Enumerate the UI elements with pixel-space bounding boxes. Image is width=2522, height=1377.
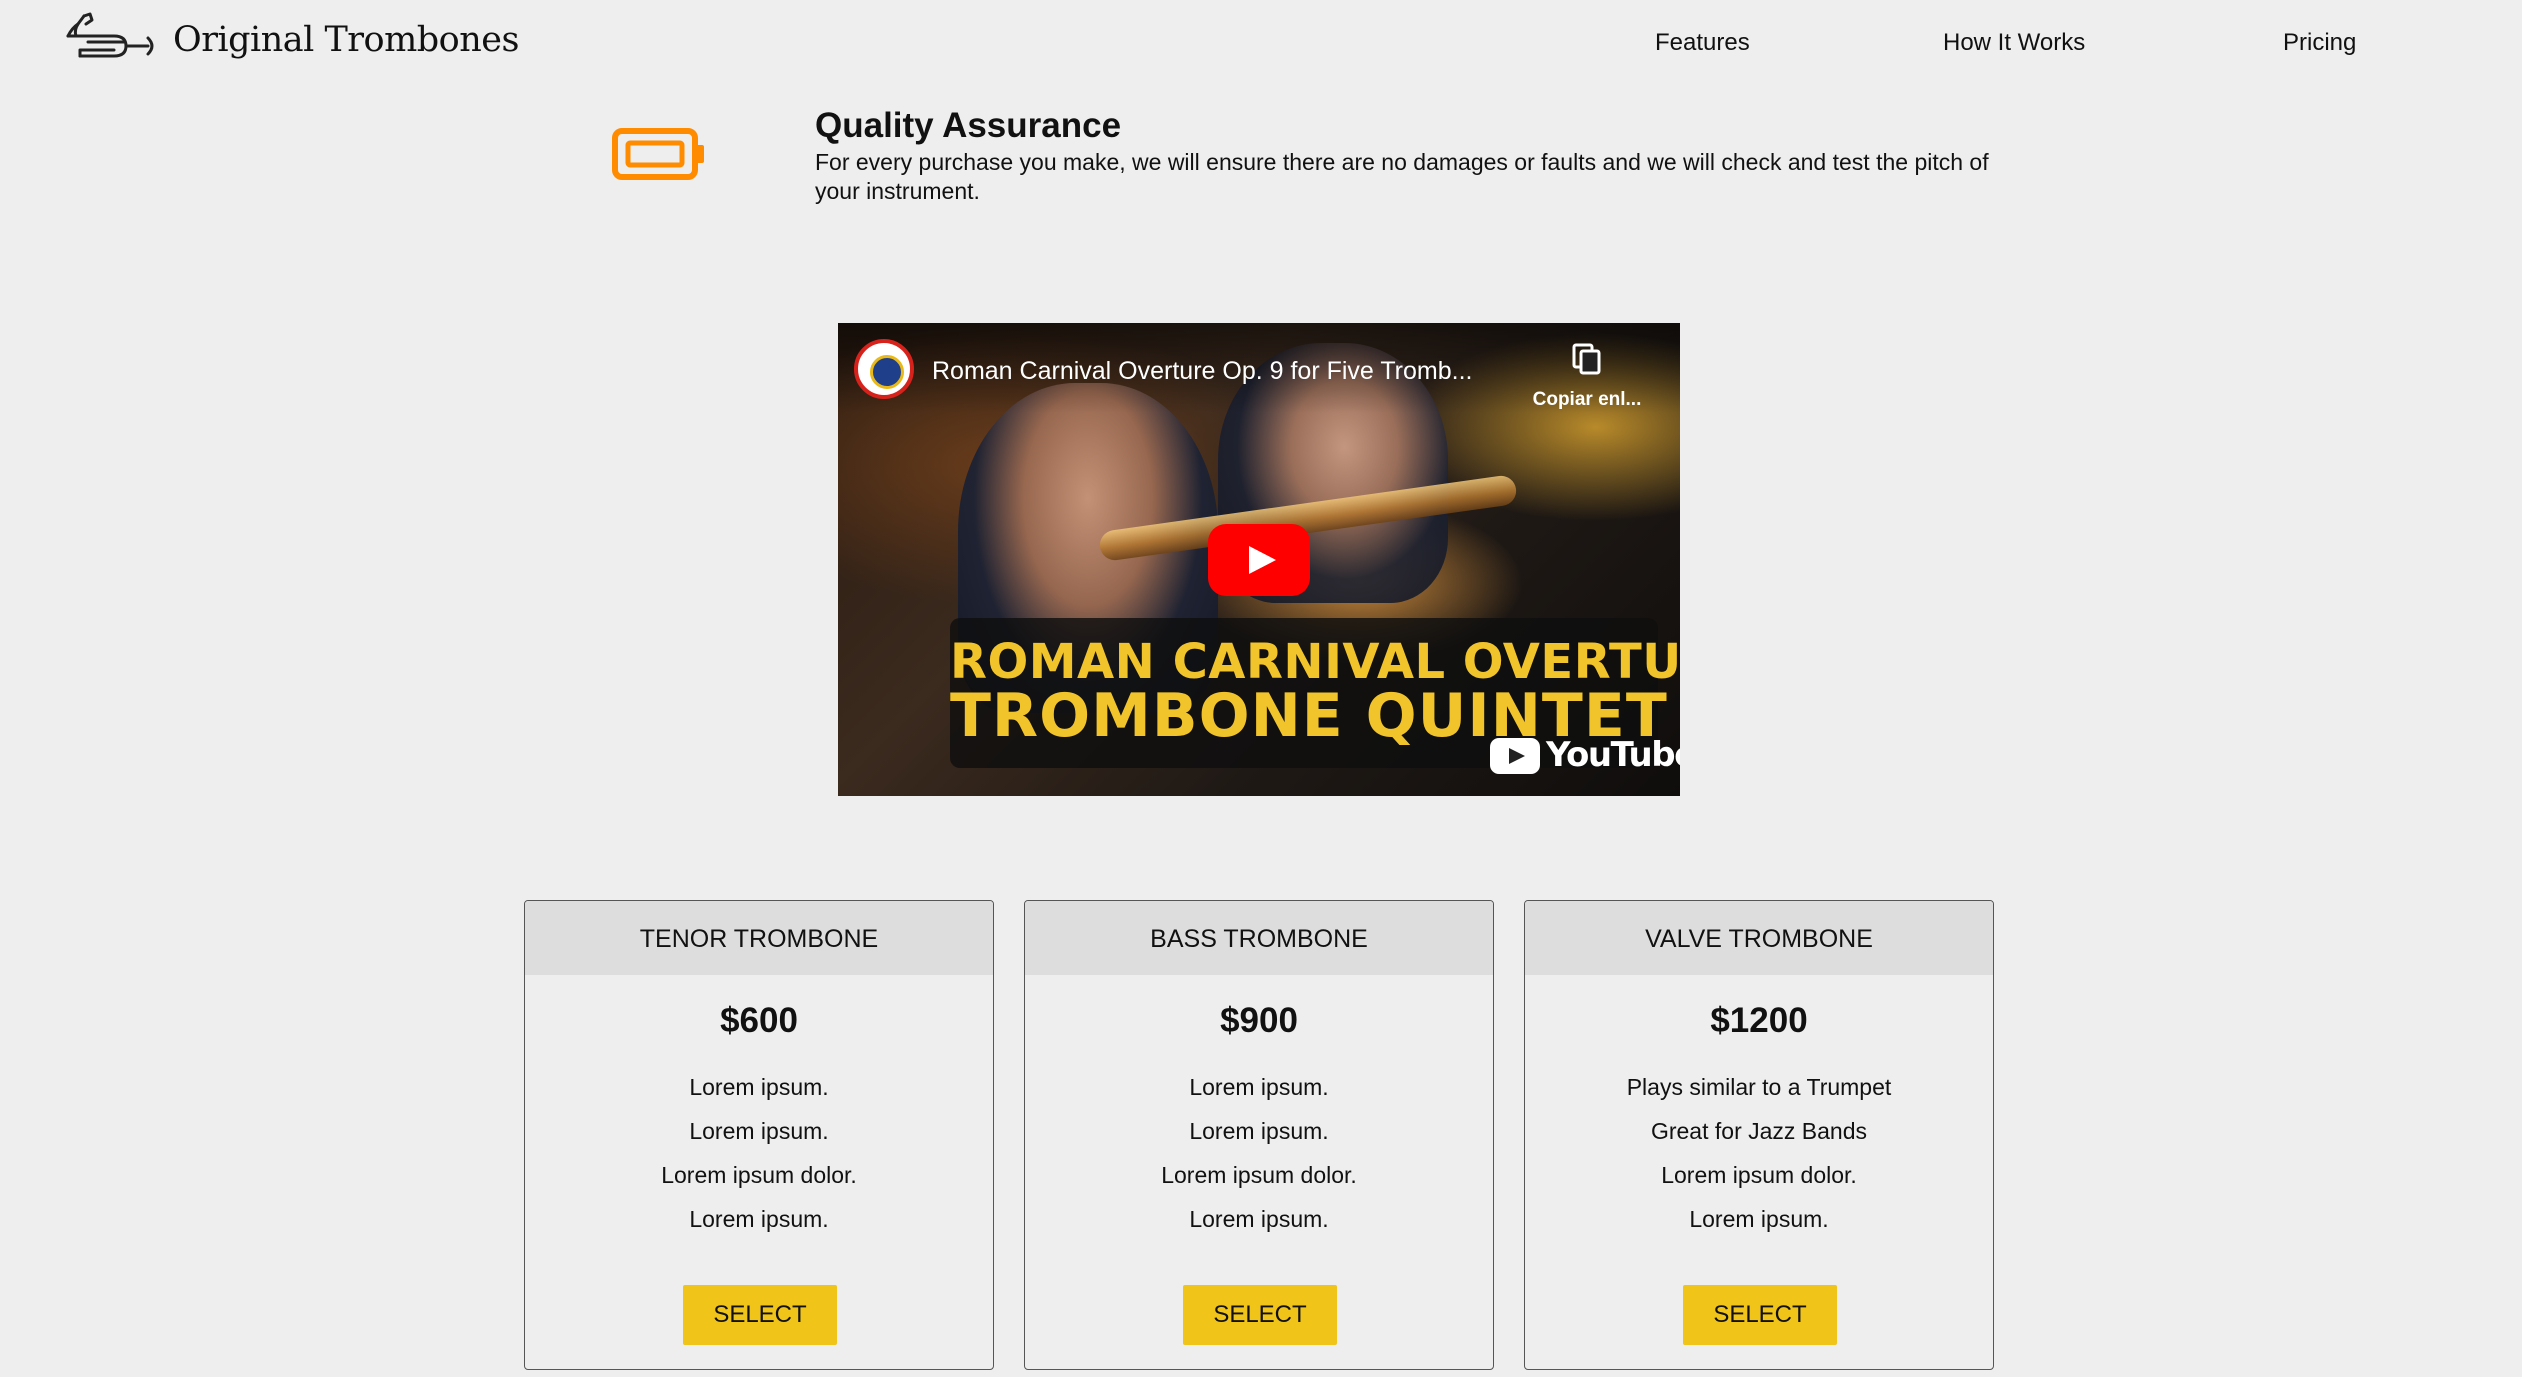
copy-link-button[interactable]: Copiar enl... [1526, 339, 1648, 425]
card-title: TENOR TROMBONE [525, 901, 993, 975]
pricing-card-bass: BASS TROMBONE $900 Lorem ipsum. Lorem ip… [1024, 900, 1494, 1370]
card-feature-list: Lorem ipsum. Lorem ipsum. Lorem ipsum do… [525, 1065, 993, 1241]
card-feature-list: Plays similar to a Trumpet Great for Jaz… [1525, 1065, 1993, 1241]
youtube-play-icon [1490, 738, 1540, 774]
site-header: Original Trombones Features How It Works… [0, 0, 2522, 90]
card-feature: Lorem ipsum. [1189, 1206, 1329, 1232]
pricing-card-tenor: TENOR TROMBONE $600 Lorem ipsum. Lorem i… [524, 900, 994, 1370]
brand-name[interactable]: Original Trombones [173, 14, 519, 66]
channel-avatar[interactable] [854, 339, 914, 399]
battery-icon [612, 128, 704, 180]
copy-link-label: Copiar enl... [1532, 389, 1642, 410]
card-feature: Lorem ipsum. [689, 1206, 829, 1232]
card-feature: Lorem ipsum dolor. [1161, 1162, 1357, 1188]
select-button-valve[interactable]: SELECT [1683, 1285, 1837, 1345]
copy-icon [1572, 343, 1601, 375]
select-button-bass[interactable]: SELECT [1183, 1285, 1337, 1345]
nav-link-features[interactable]: Features [1655, 26, 1750, 60]
card-feature: Lorem ipsum dolor. [1661, 1162, 1857, 1188]
card-feature: Plays similar to a Trumpet [1626, 1074, 1892, 1100]
card-price: $600 [720, 1001, 798, 1040]
quality-title: Quality Assurance [815, 106, 1122, 145]
card-price: $900 [1220, 1001, 1298, 1040]
card-feature: Lorem ipsum. [1689, 1206, 1829, 1232]
card-price: $1200 [1710, 1001, 1808, 1040]
youtube-logo[interactable]: YouTube [1490, 733, 1680, 777]
video-embed[interactable]: Roman Carnival Overture Op. 9 for Five T… [838, 323, 1680, 796]
card-feature: Lorem ipsum. [1189, 1074, 1329, 1100]
card-feature: Lorem ipsum. [689, 1074, 829, 1100]
quality-description: For every purchase you make, we will ens… [815, 149, 1989, 204]
trombone-icon[interactable] [64, 10, 156, 70]
nav-link-how-it-works[interactable]: How It Works [1943, 26, 2085, 60]
video-title[interactable]: Roman Carnival Overture Op. 9 for Five T… [932, 355, 1472, 387]
pricing-card-valve: VALVE TROMBONE $1200 Plays similar to a … [1524, 900, 1994, 1370]
card-feature: Lorem ipsum. [1189, 1118, 1329, 1144]
card-feature: Great for Jazz Bands [1650, 1118, 1868, 1144]
card-feature: Lorem ipsum dolor. [661, 1162, 857, 1188]
card-feature-list: Lorem ipsum. Lorem ipsum. Lorem ipsum do… [1025, 1065, 1493, 1241]
card-title: VALVE TROMBONE [1525, 901, 1993, 975]
youtube-wordmark: YouTube [1546, 735, 1680, 775]
play-button[interactable] [1208, 524, 1310, 596]
nav-link-pricing[interactable]: Pricing [2283, 26, 2356, 60]
select-button-tenor[interactable]: SELECT [683, 1285, 837, 1345]
card-title: BASS TROMBONE [1025, 901, 1493, 975]
card-feature: Lorem ipsum. [689, 1118, 829, 1144]
